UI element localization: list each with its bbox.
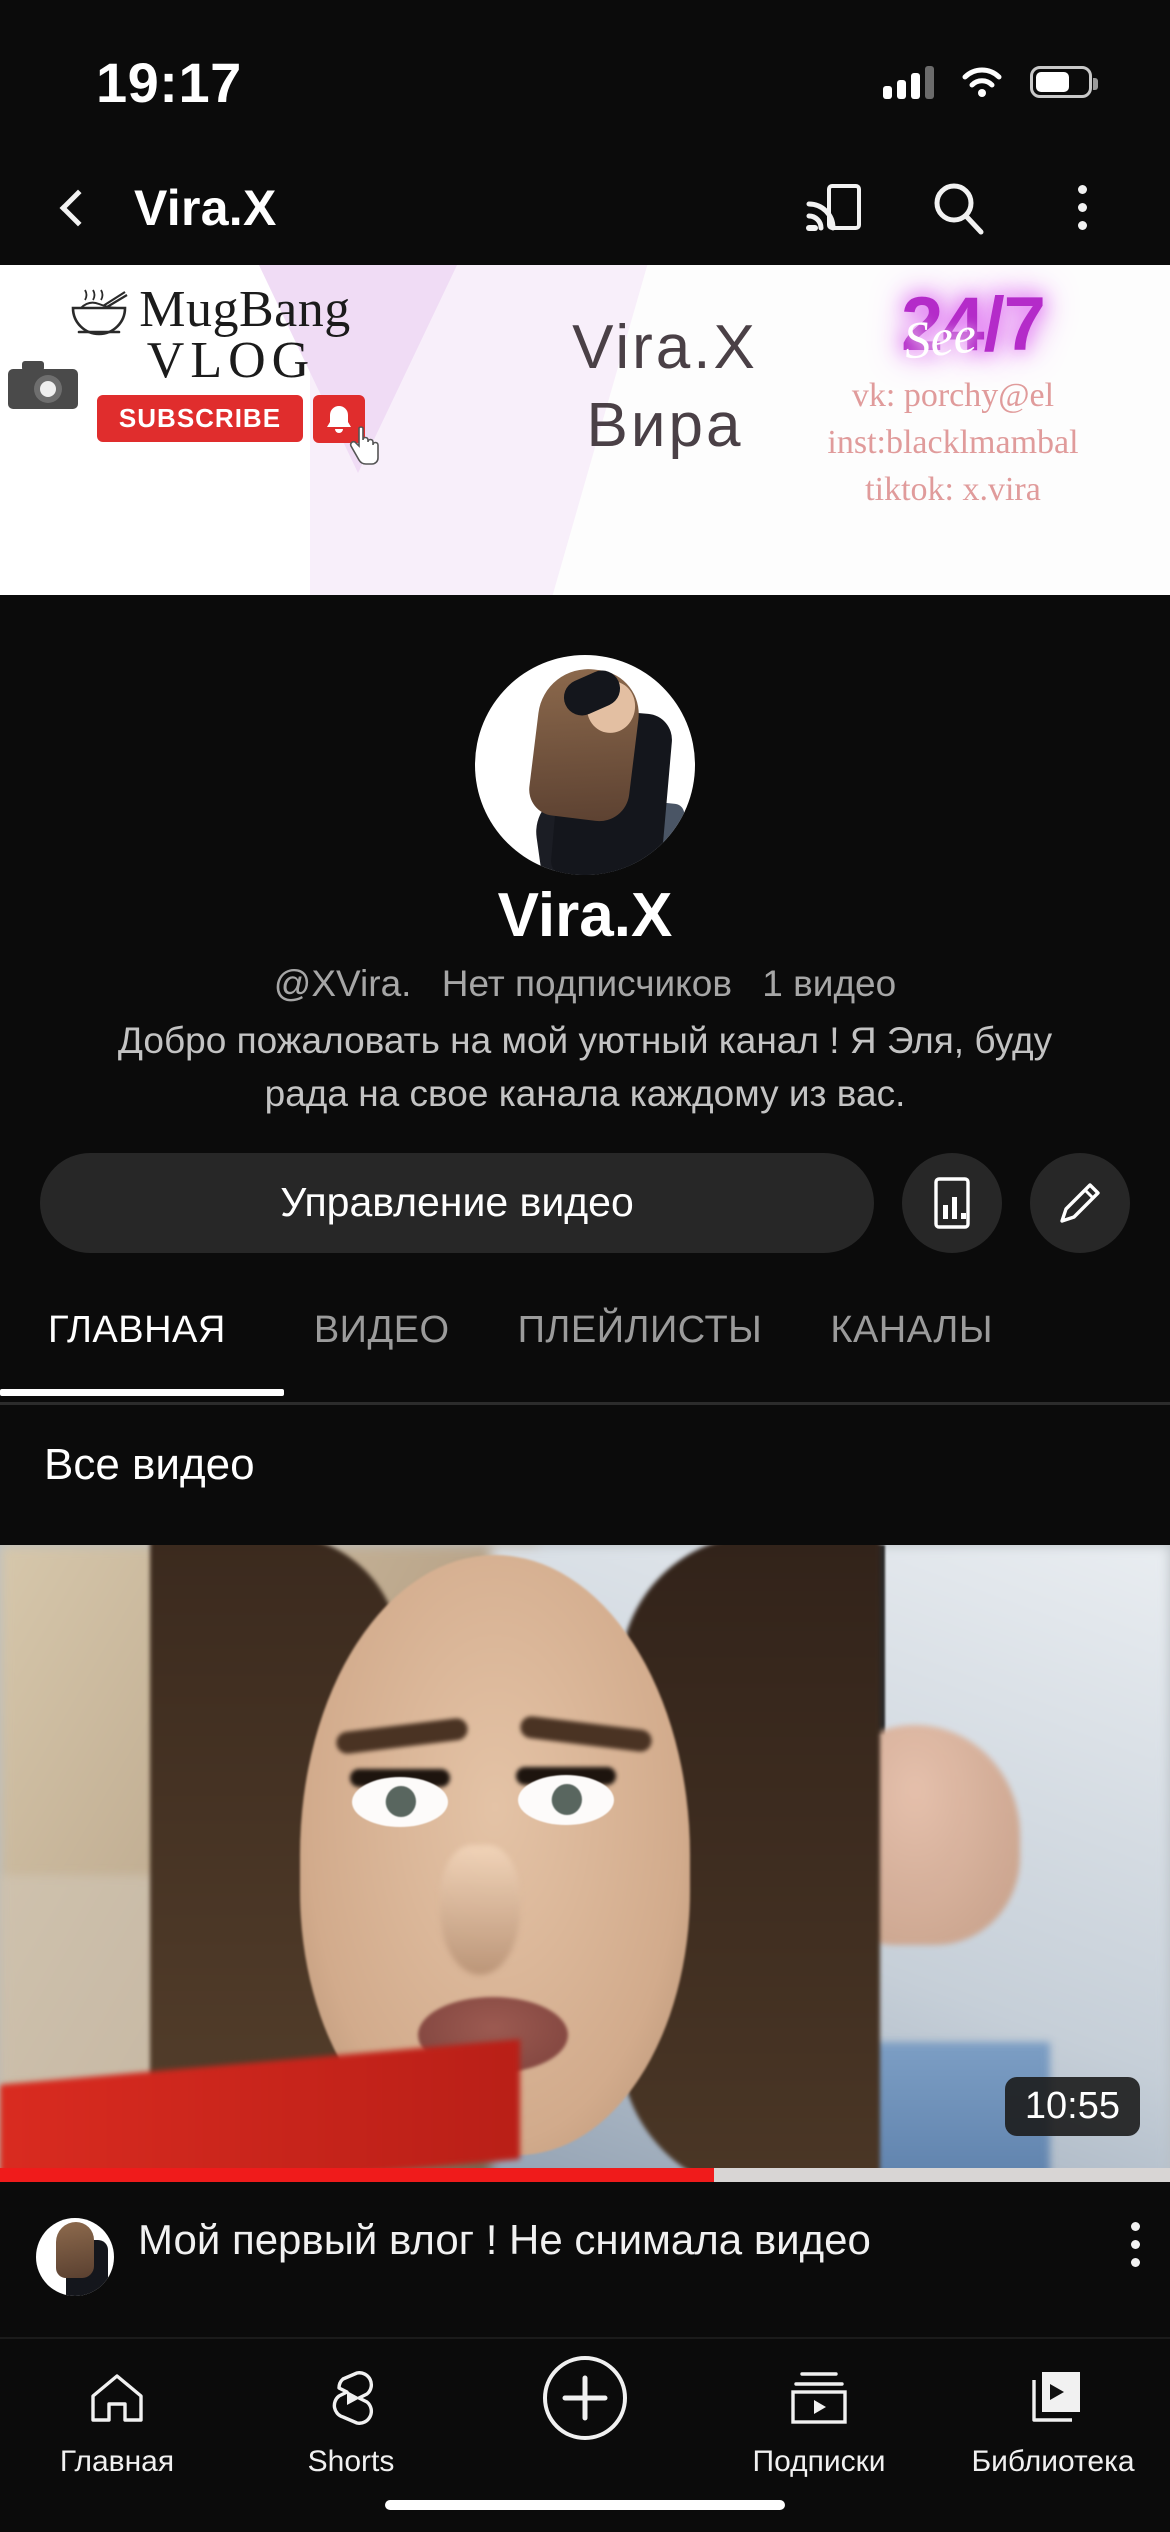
banner-social-tiktok: tiktok: x.vira [865,470,1041,508]
status-indicators [883,65,1098,99]
channel-banner[interactable]: MugBang VLOG SUBSCRIBE Vira.X Вира 24/7 … [0,265,1170,595]
nav-label-library: Библиотека [971,2445,1135,2478]
channel-handle: @XVira. [273,963,412,1004]
video-menu-button[interactable] [1131,2222,1140,2267]
nav-item-library[interactable]: Библиотека [936,2365,1170,2479]
banner-brand-block: MugBang VLOG SUBSCRIBE [0,281,420,465]
manage-videos-button[interactable]: Управление видео [40,1152,874,1253]
banner-watermark-latin: Vira.X [572,313,758,382]
back-button[interactable] [40,170,116,246]
cellular-signal-icon [883,65,934,99]
nav-item-shorts[interactable]: Shorts [234,2365,468,2479]
tab-home[interactable]: ГЛАВНАЯ [0,1295,284,1396]
channel-description-line-1: Добро пожаловать на мой уютный канал ! Я… [117,1020,1053,1061]
tab-playlists[interactable]: ПЛЕЙЛИСТЫ [484,1295,797,1352]
video-title[interactable]: Мой первый влог ! Не снимала видео [138,2214,1113,2265]
banner-social-instagram: inst:blacklmambal [827,423,1079,461]
nav-item-create[interactable] [468,2356,702,2445]
home-icon [87,2365,147,2431]
channel-meta: @XVira. Нет подписчиков 1 видео [0,963,1170,1005]
home-indicator [385,2500,785,2510]
nav-label-shorts: Shorts [307,2445,395,2478]
analytics-button[interactable] [902,1152,1002,1253]
tab-channels[interactable]: КАНАЛЫ [796,1295,1027,1352]
battery-icon [1030,66,1098,98]
banner-brand-subtitle: VLOG [146,332,316,390]
thumbnail-eye-right [518,1775,614,1825]
analytics-bar-chart-icon [934,1176,970,1229]
shorts-icon [322,2365,380,2431]
nav-item-subscriptions[interactable]: Подписки [702,2365,936,2479]
channel-video-count: 1 видео [762,963,897,1004]
wifi-icon [960,65,1004,99]
edit-channel-button[interactable] [1030,1152,1130,1253]
search-icon [934,183,984,234]
banner-socials: vk: porchy@el inst:blacklmambal tiktok: … [788,373,1118,514]
status-bar: 19:17 [0,0,1170,150]
video-duration-badge: 10:55 [1004,2077,1140,2136]
video-thumbnail[interactable]: 10:55 [0,1545,1170,2182]
video-progress-fill [0,2168,714,2182]
thumbnail-eye-left [352,1777,448,1827]
channel-tabs: ГЛАВНАЯ ВИДЕО ПЛЕЙЛИСТЫ КАНАЛЫ [0,1295,1170,1403]
status-time: 19:17 [96,50,242,114]
channel-avatar[interactable] [475,655,695,875]
camera-icon [6,357,80,413]
nav-item-home[interactable]: Главная [0,2365,234,2479]
app-bar-actions [798,172,1118,244]
hand-cursor-icon [347,425,381,465]
cast-button[interactable] [798,172,870,244]
banner-brand-title: MugBang [139,281,351,338]
video-progress-bar[interactable] [0,2168,1170,2182]
back-chevron-icon [59,189,97,226]
channel-description[interactable]: Добро пожаловать на мой уютный канал ! Я… [70,1015,1100,2109]
create-plus-icon [539,2356,631,2440]
channel-subscribers: Нет подписчиков [441,963,732,1004]
tab-videos[interactable]: ВИДЕО [280,1295,484,1352]
noodle-bowl-icon [69,288,129,336]
banner-watermark-cyrillic: Вира [586,390,744,460]
more-vertical-icon [1077,185,1087,230]
banner-neon-block: 24/7 See [838,281,1108,371]
banner-bell-button [313,394,379,465]
search-button[interactable] [922,172,994,244]
tabs-divider [0,1402,1170,1405]
channel-name: Vira.X [497,881,673,950]
section-title: Все видео [44,1440,255,1489]
banner-social-vk: vk: porchy@el [851,377,1055,414]
channel-description-line-2: рада на свое канала каждому из вас. [264,1072,906,1114]
banner-watermark: Vira.X Вира [500,309,830,464]
more-vertical-icon [1131,2222,1140,2267]
video-list-item[interactable]: Мой первый влог ! Не снимала видео [0,2182,1170,2342]
app-bar: Vira.X [0,150,1170,265]
youtube-channel-screen: 19:17 Vira.X MugBang VLOG SUBSCRIBE Vira… [0,0,1170,2532]
channel-actions: Управление видео [40,1145,1130,1260]
library-icon [1022,2365,1084,2431]
thumbnail-nose [440,1845,520,1975]
overflow-menu-button[interactable] [1046,172,1118,244]
app-bar-title: Vira.X [134,179,277,236]
banner-subscribe-label: SUBSCRIBE [96,395,304,443]
avatar-figure [475,655,695,875]
nav-label-subscriptions: Подписки [752,2445,886,2478]
nav-label-home: Главная [59,2445,175,2478]
cast-icon [806,183,861,231]
video-channel-avatar [36,2218,114,2296]
banner-neon-script: See [901,306,979,371]
pencil-edit-icon [1060,1182,1100,1223]
subscriptions-icon [788,2365,850,2431]
